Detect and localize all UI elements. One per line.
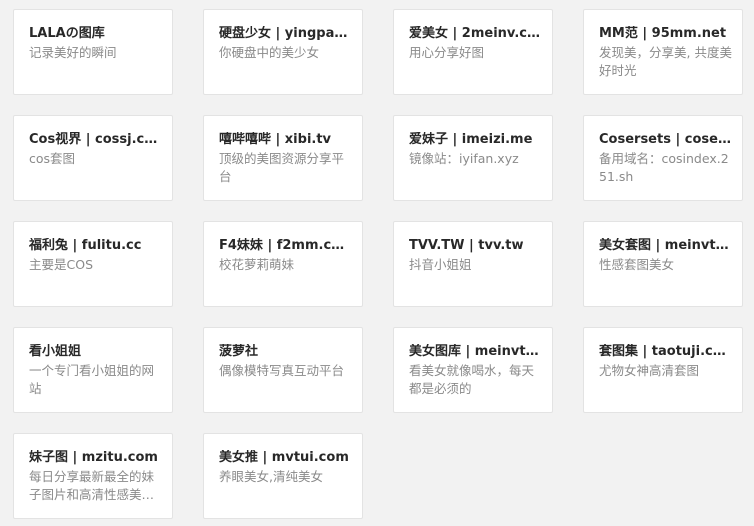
site-card-title: 看小姐姐 xyxy=(29,344,82,359)
site-card[interactable]: 看小姐姐 一个专门看小姐姐的网站 xyxy=(13,327,173,413)
site-card[interactable]: 美女推 | mvtui.com 养眼美女,清纯美女 xyxy=(203,433,363,519)
site-card-description: 抖音小姐姐 xyxy=(409,257,472,272)
site-card[interactable]: Cosersets | cosersets.com 备用域名：cosindex.… xyxy=(583,115,743,201)
site-card[interactable]: F4妹妹 | f2mm.com 校花萝莉萌妹 xyxy=(203,221,363,307)
site-card-description: 性感套图美女 xyxy=(599,257,675,272)
site-card-description: cos套图 xyxy=(29,151,76,166)
site-card[interactable]: Cos视界 | cossj.com cos套图 xyxy=(13,115,173,201)
site-card-title: 菠萝社 xyxy=(219,344,259,359)
site-card-title: 爱妹子 | imeizi.me xyxy=(409,132,533,147)
site-card-title: 爱美女 | 2meinv.com xyxy=(409,26,542,41)
site-card[interactable]: 硬盘少女 | yingpan.io 你硬盘中的美少女 xyxy=(203,9,363,95)
site-card-title: 妹子图 | mzitu.com xyxy=(29,450,158,465)
site-card-description: 养眼美女,清纯美女 xyxy=(219,469,323,484)
site-card-description: 每日分享最新最全的妹子图片和高清性感美女图片 xyxy=(29,469,155,502)
site-card-description: 备用域名：cosindex.251.sh xyxy=(599,151,729,184)
site-card[interactable]: 妹子图 | mzitu.com 每日分享最新最全的妹子图片和高清性感美女图片 xyxy=(13,433,173,519)
site-card-description: 偶像模特写真互动平台 xyxy=(219,363,345,378)
site-card-title: 美女套图 | meinvtaotu.com xyxy=(599,238,732,253)
site-card-title: 嘻哔嘻哔 | xibi.tv xyxy=(219,132,332,147)
site-card-description: 尤物女神高清套图 xyxy=(599,363,700,378)
site-card-description: 记录美好的瞬间 xyxy=(29,45,117,60)
site-card-title: Cos视界 | cossj.com xyxy=(29,132,162,147)
site-card[interactable]: 爱妹子 | imeizi.me 镜像站：iyifan.xyz xyxy=(393,115,553,201)
site-card-description: 顶级的美图资源分享平台 xyxy=(219,151,345,184)
site-card-description: 主要是COS xyxy=(29,257,94,272)
site-card[interactable]: TVV.TW | tvv.tw 抖音小姐姐 xyxy=(393,221,553,307)
site-card-title: F4妹妹 | f2mm.com xyxy=(219,238,352,253)
site-card-grid: LALAの图库 记录美好的瞬间 硬盘少女 | yingpan.io 你硬盘中的美… xyxy=(13,9,743,519)
site-card-title: 福利兔 | fulitu.cc xyxy=(29,238,142,253)
site-card[interactable]: 美女套图 | meinvtaotu.com 性感套图美女 xyxy=(583,221,743,307)
site-card-title: MM范 | 95mm.net xyxy=(599,26,727,41)
site-card[interactable]: 美女图库 | meinvtuku.com 看美女就像喝水，每天都是必须的 xyxy=(393,327,553,413)
site-card-title: 套图集 | taotuji.com xyxy=(599,344,732,359)
site-card[interactable]: 爱美女 | 2meinv.com 用心分享好图 xyxy=(393,9,553,95)
site-card-title: 美女推 | mvtui.com xyxy=(219,450,349,465)
site-card[interactable]: 菠萝社 偶像模特写真互动平台 xyxy=(203,327,363,413)
site-card-description: 校花萝莉萌妹 xyxy=(219,257,295,272)
site-card[interactable]: 嘻哔嘻哔 | xibi.tv 顶级的美图资源分享平台 xyxy=(203,115,363,201)
site-card-description: 一个专门看小姐姐的网站 xyxy=(29,363,155,396)
site-card-description: 发现美，分享美, 共度美好时光 xyxy=(599,45,732,78)
site-card-title: 美女图库 | meinvtuku.com xyxy=(409,344,542,359)
site-card-title: TVV.TW | tvv.tw xyxy=(409,238,524,253)
site-card-description: 你硬盘中的美少女 xyxy=(219,45,320,60)
site-card[interactable]: LALAの图库 记录美好的瞬间 xyxy=(13,9,173,95)
site-card[interactable]: 套图集 | taotuji.com 尤物女神高清套图 xyxy=(583,327,743,413)
site-card-description: 镜像站：iyifan.xyz xyxy=(409,151,519,166)
site-card-title: Cosersets | cosersets.com xyxy=(599,132,732,147)
site-card[interactable]: MM范 | 95mm.net 发现美，分享美, 共度美好时光 xyxy=(583,9,743,95)
site-card[interactable]: 福利兔 | fulitu.cc 主要是COS xyxy=(13,221,173,307)
site-card-title: 硬盘少女 | yingpan.io xyxy=(219,26,352,41)
site-card-title: LALAの图库 xyxy=(29,26,105,41)
site-card-description: 用心分享好图 xyxy=(409,45,485,60)
site-card-description: 看美女就像喝水，每天都是必须的 xyxy=(409,363,535,396)
